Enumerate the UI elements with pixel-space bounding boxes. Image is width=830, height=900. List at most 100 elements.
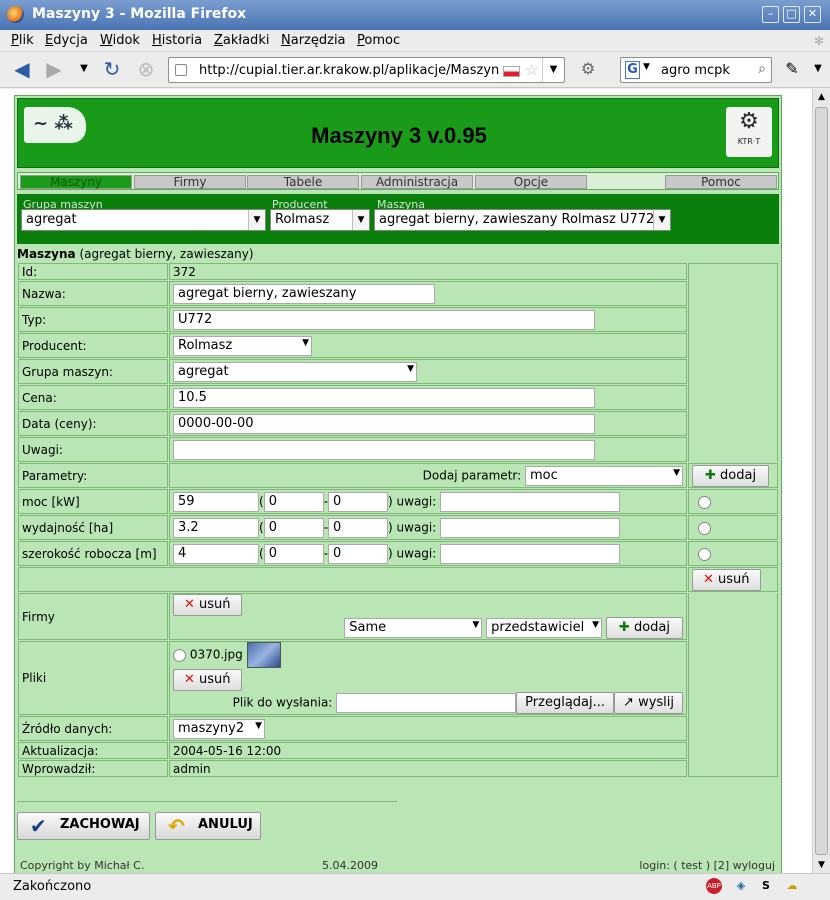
tab-maszyny[interactable]: Maszyny	[20, 175, 132, 189]
tab-tabele[interactable]: Tabele	[247, 175, 359, 189]
notes-input[interactable]	[173, 439, 595, 460]
menu-plik[interactable]: Plik	[11, 33, 34, 48]
remove-param-button[interactable]: ✕ usuń	[692, 568, 761, 591]
cancel-button[interactable]: ↶ ANULUJ	[155, 812, 261, 840]
navigation-toolbar: ◀ ▶ ▼ ↻ ⊗ http://cupial.tier.ar.krakow.p…	[0, 52, 830, 88]
notes-icon[interactable]: ✎	[780, 58, 804, 82]
file-thumbnail[interactable]	[246, 642, 281, 668]
form-row-producer: Producent: Rolmasz ▼	[18, 333, 778, 358]
remove-firm-button[interactable]: ✕ usuń	[173, 594, 242, 616]
param-max-input[interactable]: 0	[328, 517, 389, 538]
menu-pomoc[interactable]: Pomoc	[357, 33, 400, 48]
file-radio[interactable]	[173, 648, 186, 662]
date-input[interactable]: 0000-00-00	[173, 413, 595, 434]
group-form-select[interactable]: agregat ▼	[173, 361, 417, 382]
stop-icon[interactable]: ⊗	[134, 58, 158, 82]
chevron-down-icon: ▼	[472, 620, 480, 630]
source-select[interactable]: maszyny2 ▼	[173, 718, 265, 739]
producer-label: Producent:	[18, 333, 168, 358]
tab-pomoc[interactable]: Pomoc	[665, 175, 777, 189]
chevron-down-icon: ▼	[653, 210, 670, 230]
addon-icon[interactable]: ⚙	[576, 58, 600, 82]
param-name: szerokość robocza [m]	[18, 541, 168, 566]
add-param-label: Dodaj parametr:	[422, 468, 522, 482]
back-arrow-icon[interactable]: ◀	[10, 58, 34, 82]
address-bar[interactable]: http://cupial.tier.ar.krakow.pl/aplikacj…	[168, 57, 565, 83]
adblock-icon[interactable]: ABP	[706, 878, 722, 894]
param-max-input[interactable]: 0	[328, 491, 389, 512]
producer-form-select[interactable]: Rolmasz ▼	[173, 335, 312, 356]
forward-arrow-icon[interactable]: ▶	[42, 58, 66, 82]
weather-icon[interactable]: ☁	[784, 878, 800, 894]
remove-file-button[interactable]: ✕ usuń	[173, 669, 242, 691]
machine-selector-bar: Grupa maszyn agregat ▼ Producent Rolmasz…	[17, 194, 779, 244]
machine-select[interactable]: agregat bierny, zawieszany Rolmasz U772 …	[374, 209, 671, 231]
type-input[interactable]: U772	[173, 309, 595, 330]
group-select[interactable]: agregat ▼	[21, 209, 266, 231]
producer-select[interactable]: Rolmasz ▼	[270, 209, 370, 231]
price-input[interactable]: 10.5	[173, 387, 595, 408]
param-min-input[interactable]: 0	[263, 491, 324, 512]
menu-edycja[interactable]: Edycja	[45, 33, 88, 48]
form-row-id: Id: 372	[18, 263, 778, 462]
vertical-scrollbar[interactable]: ▲ ▼	[812, 89, 830, 873]
name-input[interactable]: agregat bierny, zawieszany	[173, 283, 435, 304]
form-row-price: Cena: 10.5	[18, 385, 778, 410]
tab-administracja[interactable]: Administracja	[361, 175, 473, 189]
save-button[interactable]: ✔ ZACHOWAJ	[17, 812, 150, 840]
param-min-input[interactable]: 0	[263, 543, 324, 564]
close-window-button[interactable]: ✕	[804, 6, 821, 23]
firm-role-select[interactable]: przedstawiciel ▼	[486, 618, 603, 638]
search-query[interactable]: agro mcpk	[661, 63, 730, 78]
tab-firmy[interactable]: Firmy	[134, 175, 246, 189]
add-firm-button[interactable]: ✚ dodaj	[605, 617, 683, 639]
param-notes-input[interactable]	[440, 543, 621, 564]
history-dropdown-icon[interactable]: ▼	[72, 58, 96, 82]
s-icon[interactable]: S	[758, 878, 774, 894]
menu-historia[interactable]: Historia	[152, 33, 202, 48]
checkmark-icon: ✔	[30, 814, 47, 838]
add-param-button[interactable]: ✚ dodaj	[692, 464, 770, 487]
toolbar-dropdown-icon[interactable]: ▼	[806, 58, 830, 82]
search-icon[interactable]: ⌕	[758, 61, 766, 77]
send-button[interactable]: ↗ wyslij	[614, 692, 683, 714]
menu-narzedzia[interactable]: Narzędzia	[281, 33, 346, 48]
param-value-input[interactable]: 3.2	[173, 517, 259, 538]
param-radio[interactable]	[698, 495, 711, 509]
param-notes-input[interactable]	[440, 491, 621, 512]
param-min-input[interactable]: 0	[263, 517, 324, 538]
add-param-select[interactable]: moc ▼	[525, 465, 683, 486]
minimize-button[interactable]: –	[762, 6, 779, 23]
price-label: Cena:	[18, 385, 168, 410]
param-value-input[interactable]: 59	[173, 491, 259, 512]
maximize-button[interactable]: □	[783, 6, 800, 23]
url-dropdown-icon[interactable]: ▼	[542, 58, 564, 82]
param-value-input[interactable]: 4	[173, 543, 259, 564]
param-max-input[interactable]: 0	[328, 543, 389, 564]
browse-button[interactable]: Przeglądaj...	[516, 692, 615, 714]
google-icon[interactable]: G	[625, 61, 640, 79]
upload-file-input[interactable]	[336, 693, 517, 713]
param-notes-input[interactable]	[440, 517, 621, 538]
params-label: Parametry:	[18, 463, 168, 488]
engine-dropdown-icon[interactable]: ▼	[643, 62, 650, 72]
tab-opcje[interactable]: Opcje	[475, 175, 587, 189]
id-value: 372	[169, 263, 687, 280]
bookmark-star-icon[interactable]: ☆	[525, 61, 538, 79]
login-info[interactable]: login: ( test ) [2] wyloguj	[639, 859, 775, 872]
scrollbar-thumb[interactable]	[815, 107, 828, 855]
search-box[interactable]: G ▼ agro mcpk ⌕	[620, 57, 772, 83]
menu-widok[interactable]: Widok	[100, 33, 140, 48]
param-name: moc [kW]	[18, 489, 168, 514]
scroll-down-icon[interactable]: ▼	[813, 857, 830, 873]
reload-icon[interactable]: ↻	[100, 58, 124, 82]
undo-icon: ↶	[168, 814, 185, 838]
layers-icon[interactable]: ◈	[733, 878, 749, 894]
files-label: Pliki	[18, 641, 168, 715]
url-text[interactable]: http://cupial.tier.ar.krakow.pl/aplikacj…	[199, 63, 499, 78]
param-radio[interactable]	[698, 547, 711, 561]
param-radio[interactable]	[698, 521, 711, 535]
firm-select[interactable]: Same ▼	[344, 618, 483, 638]
scroll-up-icon[interactable]: ▲	[813, 89, 830, 105]
menu-zakladki[interactable]: Zakładki	[214, 33, 269, 48]
